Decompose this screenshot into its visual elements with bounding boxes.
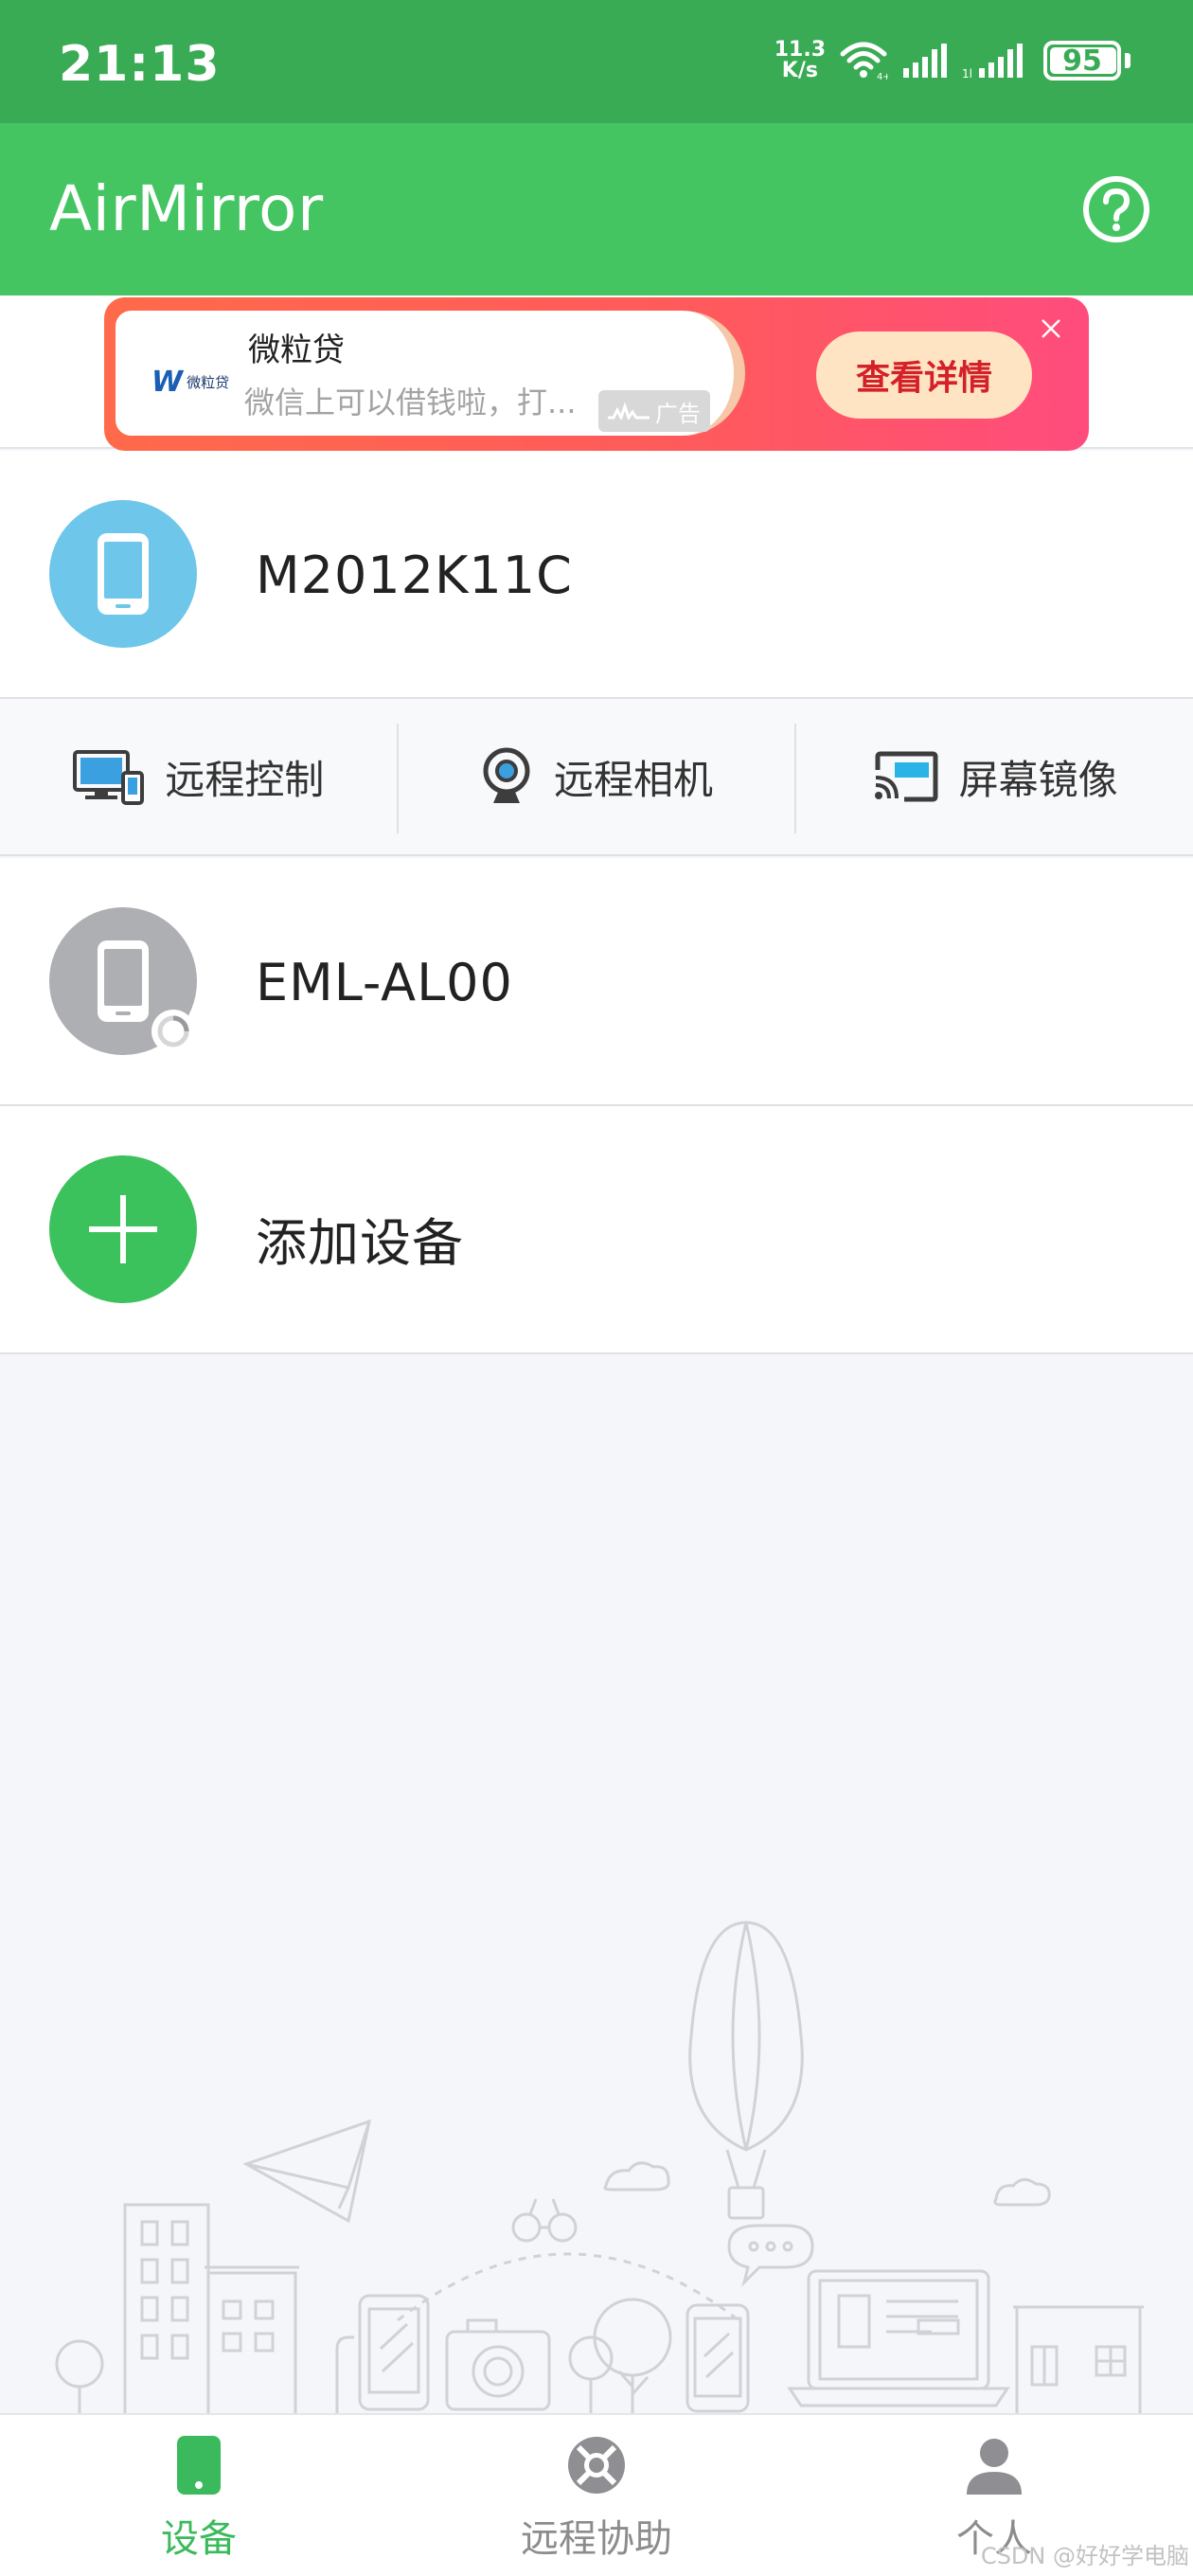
nav-tab-label: 远程协助 <box>521 2517 672 2561</box>
wifi-icon: 4+ <box>840 42 888 80</box>
remote-control-label: 远程控制 <box>165 756 325 803</box>
empty-state-illustration <box>55 1921 1144 2415</box>
device-row-offline[interactable]: EML-AL00 <box>0 858 1193 1106</box>
plus-icon <box>89 1195 157 1263</box>
watermark: CSDN @好好学电脑 <box>980 2543 1189 2569</box>
remote-control-icon <box>73 750 145 805</box>
network-speed-value: 11.3 <box>774 38 826 62</box>
battery-level: 95 <box>1062 44 1102 78</box>
webcam-icon <box>483 747 530 803</box>
status-indicators: 11.3 K/s 4+ 1l 95 <box>775 40 1131 81</box>
person-icon <box>967 2439 1022 2495</box>
app-title: AirMirror <box>49 172 324 245</box>
device-row-online[interactable]: M2012K11C <box>0 451 1193 699</box>
network-speed-unit: K/s <box>781 59 818 82</box>
ad-close-button[interactable] <box>1032 311 1070 349</box>
ad-banner[interactable]: W 微粒贷 微粒贷 微信上可以借钱啦，打... 广告 查看详情 <box>104 297 1089 451</box>
bottom-navigation: 设备 远程协助 个人 CSDN @好好学电脑 <box>0 2413 1193 2576</box>
screen-mirror-button[interactable]: 屏幕镜像 <box>796 699 1193 854</box>
status-bar: 21:13 11.3 K/s 4+ 1l 95 <box>0 0 1193 123</box>
close-icon <box>1042 319 1060 338</box>
device-name: M2012K11C <box>256 546 573 605</box>
add-device-row[interactable]: 添加设备 <box>0 1106 1193 1354</box>
svg-text:4+: 4+ <box>877 72 888 80</box>
add-device-avatar <box>49 1155 197 1303</box>
nav-tab-remote-assist[interactable]: 远程协助 <box>398 2415 795 2576</box>
ad-wave-icon <box>608 402 650 420</box>
remote-camera-button[interactable]: 远程相机 <box>399 699 795 854</box>
add-device-label: 添加设备 <box>256 1213 464 1273</box>
remote-camera-label: 远程相机 <box>554 756 714 803</box>
ad-badge-label: 广告 <box>655 400 701 427</box>
device-avatar <box>49 500 197 648</box>
help-circle-icon <box>1083 176 1149 242</box>
nav-tab-devices[interactable]: 设备 <box>0 2415 398 2576</box>
app-bar: AirMirror <box>0 123 1193 295</box>
battery-indicator: 95 <box>1043 41 1121 80</box>
screen-cast-icon <box>874 751 938 802</box>
device-icon <box>177 2436 221 2495</box>
ad-view-details-button[interactable]: 查看详情 <box>816 331 1032 419</box>
ad-logo: W 微粒贷 <box>151 366 229 399</box>
battery-tip <box>1125 53 1131 68</box>
help-button[interactable] <box>1081 174 1151 244</box>
network-speed: 11.3 K/s <box>775 40 826 81</box>
svg-text:1l: 1l <box>962 67 972 80</box>
phone-icon <box>98 940 149 1022</box>
lifebuoy-icon <box>568 2437 625 2494</box>
cellular-signal-icon <box>903 44 947 78</box>
ad-title: 微粒贷 <box>248 331 345 369</box>
ad-content-panel: W 微粒贷 微粒贷 微信上可以借钱啦，打... 广告 <box>116 311 745 436</box>
device-name: EML-AL00 <box>256 953 513 1012</box>
ad-area: W 微粒贷 微粒贷 微信上可以借钱啦，打... 广告 查看详情 <box>0 295 1193 451</box>
ad-badge: 广告 <box>598 390 710 432</box>
remote-control-button[interactable]: 远程控制 <box>0 699 397 854</box>
device-avatar <box>49 907 197 1055</box>
status-time: 21:13 <box>59 36 221 93</box>
cellular-signal-2-icon: 1l <box>962 44 1023 80</box>
loading-spinner-icon <box>151 1010 195 1053</box>
screen-mirror-label: 屏幕镜像 <box>958 756 1118 803</box>
nav-tab-label: 设备 <box>161 2517 237 2561</box>
device-action-bar: 远程控制 远程相机 屏幕镜像 <box>0 699 1193 856</box>
ad-logo-mark: W <box>151 366 184 399</box>
ad-logo-text: 微粒贷 <box>187 374 230 391</box>
phone-icon <box>98 533 149 615</box>
ad-description: 微信上可以借钱啦，打... <box>244 385 577 420</box>
